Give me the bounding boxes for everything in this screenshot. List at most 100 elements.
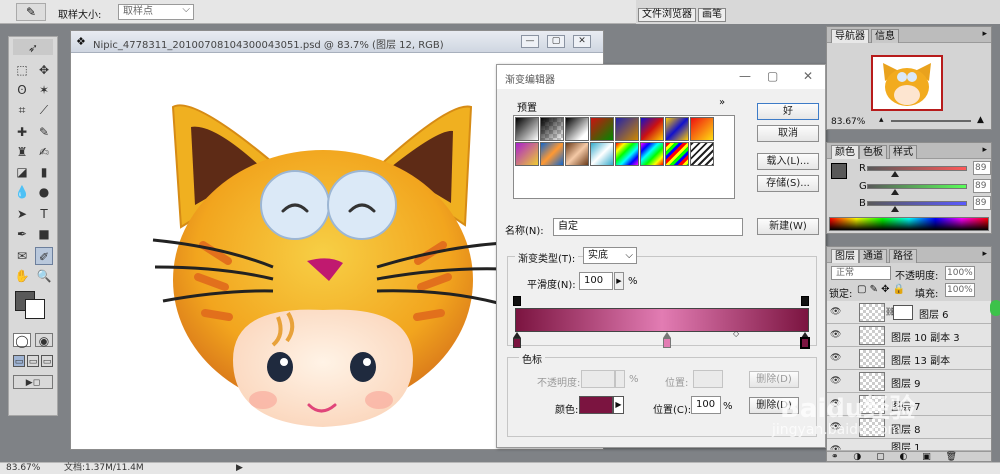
- b-value[interactable]: 89: [973, 196, 991, 210]
- color-stop-mid[interactable]: [663, 338, 671, 348]
- preset-swatch[interactable]: [515, 142, 539, 166]
- preset-swatch[interactable]: [665, 117, 689, 141]
- stop-color-menu-icon[interactable]: ▶: [613, 396, 624, 414]
- shape-tool-icon[interactable]: ■: [35, 225, 53, 243]
- history-brush-tool-icon[interactable]: ✍: [35, 143, 53, 161]
- opacity-stop-right[interactable]: [801, 296, 809, 306]
- tab-styles[interactable]: 样式: [889, 145, 917, 159]
- b-slider-handle[interactable]: [891, 206, 899, 212]
- well-tab-file-browser[interactable]: 文件浏览器: [638, 8, 696, 22]
- location-input[interactable]: 100: [691, 396, 721, 414]
- brush-tool-icon[interactable]: ✎: [35, 123, 53, 141]
- preset-swatch[interactable]: [640, 117, 664, 141]
- eyedropper-tool-icon[interactable]: ✐: [35, 247, 53, 265]
- tab-channels[interactable]: 通道: [859, 249, 887, 263]
- eyedropper-tool-preset-icon[interactable]: ✎: [16, 3, 46, 21]
- preset-swatch[interactable]: [690, 142, 714, 166]
- fill-input[interactable]: 100%: [945, 283, 975, 297]
- new-button[interactable]: 新建(W): [757, 218, 819, 235]
- eye-icon[interactable]: 👁: [830, 307, 841, 317]
- zoom-tool-icon[interactable]: 🔍: [35, 267, 53, 285]
- g-slider-handle[interactable]: [891, 189, 899, 195]
- name-input[interactable]: 自定: [553, 218, 743, 236]
- load-button[interactable]: 载入(L)...: [757, 153, 819, 170]
- navigator-zoom-value[interactable]: 83.67%: [831, 117, 865, 127]
- g-value[interactable]: 89: [973, 179, 991, 193]
- dodge-tool-icon[interactable]: ●: [35, 183, 53, 201]
- layer-row[interactable]: 👁 图层 10 副本 3: [827, 324, 991, 347]
- tab-paths[interactable]: 路径: [889, 249, 917, 263]
- standard-mode-icon[interactable]: ◯: [13, 333, 31, 348]
- b-slider[interactable]: [867, 201, 967, 206]
- screen-mode-standard-icon[interactable]: ▭: [13, 355, 25, 367]
- cancel-button[interactable]: 取消: [757, 125, 819, 142]
- eraser-tool-icon[interactable]: ◪: [13, 163, 31, 181]
- preset-swatch[interactable]: [565, 142, 589, 166]
- dialog-minimize-icon[interactable]: —: [739, 69, 751, 83]
- sample-size-select[interactable]: 取样点: [118, 3, 194, 20]
- preset-swatch[interactable]: [540, 142, 564, 166]
- tab-navigator[interactable]: 导航器: [831, 29, 869, 43]
- gradient-tool-icon[interactable]: ▮: [35, 163, 53, 181]
- slice-tool-icon[interactable]: ⟋: [35, 101, 53, 119]
- move-tool-icon[interactable]: ✥: [35, 61, 53, 79]
- status-zoom[interactable]: 83.67%: [6, 463, 40, 474]
- gradient-type-select[interactable]: 实底 ⌵: [583, 247, 637, 264]
- jump-to-imageready-icon[interactable]: ▶◻: [13, 375, 53, 389]
- clone-stamp-tool-icon[interactable]: ♜: [13, 143, 31, 161]
- color-spectrum-bar[interactable]: [829, 217, 989, 231]
- lasso-tool-icon[interactable]: ʘ: [13, 81, 31, 99]
- healing-brush-tool-icon[interactable]: ✚: [13, 123, 31, 141]
- smoothness-dropdown-icon[interactable]: ▶: [614, 272, 624, 290]
- crop-tool-icon[interactable]: ⌗: [13, 101, 31, 119]
- zoom-in-icon[interactable]: ▲: [977, 115, 984, 125]
- layer-mask-thumbnail[interactable]: [893, 305, 913, 320]
- dialog-close-icon[interactable]: ✕: [803, 69, 813, 83]
- stop-color-swatch[interactable]: [579, 396, 613, 414]
- preset-swatch[interactable]: [615, 117, 639, 141]
- preset-swatch[interactable]: [690, 117, 714, 141]
- blur-tool-icon[interactable]: 💧: [13, 183, 31, 201]
- dialog-maximize-icon[interactable]: ▢: [767, 69, 778, 83]
- eye-icon[interactable]: 👁: [830, 376, 841, 386]
- status-menu-arrow-icon[interactable]: ▶: [236, 463, 243, 474]
- tab-swatches[interactable]: 色板: [859, 145, 887, 159]
- hand-tool-icon[interactable]: ✋: [13, 267, 31, 285]
- marquee-tool-icon[interactable]: ⬚: [13, 61, 31, 79]
- well-tab-brushes[interactable]: 画笔: [698, 8, 726, 22]
- opacity-stop-left[interactable]: [513, 296, 521, 306]
- minimize-button[interactable]: —: [521, 35, 539, 48]
- path-selection-tool-icon[interactable]: ➤: [13, 205, 31, 223]
- color-panel-menu-icon[interactable]: ▸: [982, 145, 987, 155]
- navigator-thumbnail[interactable]: [871, 55, 943, 111]
- tab-layers[interactable]: 图层: [831, 249, 859, 263]
- r-value[interactable]: 89: [973, 161, 991, 175]
- restore-button[interactable]: ▢: [547, 35, 565, 48]
- eye-icon[interactable]: 👁: [830, 353, 841, 363]
- preset-swatch[interactable]: [565, 117, 589, 141]
- preset-swatch[interactable]: [590, 142, 614, 166]
- preset-swatch[interactable]: [615, 142, 639, 166]
- preset-swatch[interactable]: [590, 117, 614, 141]
- eye-icon[interactable]: 👁: [830, 330, 841, 340]
- tab-info[interactable]: 信息: [871, 29, 899, 43]
- smoothness-input[interactable]: 100: [579, 272, 613, 290]
- layer-row[interactable]: 👁 图层 13 副本: [827, 347, 991, 370]
- layer-row[interactable]: 👁 ⛓ 图层 6: [827, 301, 991, 324]
- lock-icons[interactable]: ▢ ✎ ✥ 🔒: [857, 284, 905, 295]
- background-color-swatch[interactable]: [25, 299, 45, 319]
- preset-swatch[interactable]: [515, 117, 539, 141]
- presets-menu-button[interactable]: »: [719, 97, 725, 108]
- layer-opacity-input[interactable]: 100%: [945, 266, 975, 280]
- quick-mask-mode-icon[interactable]: ◉: [35, 333, 53, 348]
- screen-mode-full-icon[interactable]: ▭: [41, 355, 53, 367]
- preset-swatch[interactable]: [665, 142, 689, 166]
- color-stop-right[interactable]: [800, 337, 810, 349]
- layers-panel-menu-icon[interactable]: ▸: [982, 249, 987, 259]
- preset-swatch[interactable]: [540, 117, 564, 141]
- type-tool-icon[interactable]: T: [35, 205, 53, 223]
- zoom-out-icon[interactable]: ▴: [879, 115, 884, 125]
- gradient-bar[interactable]: [515, 308, 809, 332]
- preset-swatch[interactable]: [640, 142, 664, 166]
- color-stop-left[interactable]: [513, 338, 521, 348]
